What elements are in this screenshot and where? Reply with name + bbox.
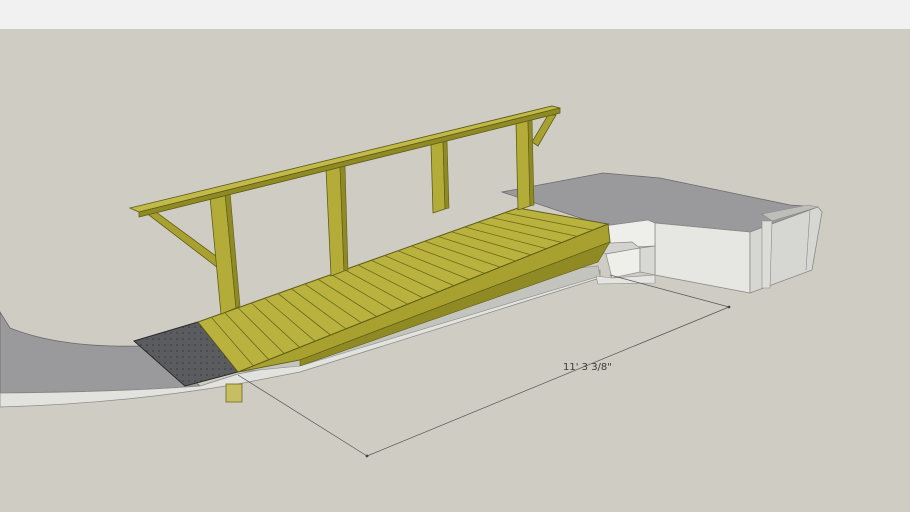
dimension-label: 11' 3 3/8" [563,362,612,373]
3d-viewport[interactable]: 11' 3 3/8" [0,0,910,512]
dimension-endpoint [727,305,731,309]
handrail-post [430,139,450,214]
handrail-post [515,118,535,211]
handrail-post [209,191,241,315]
support-post [225,383,243,403]
dimension-extension-left [237,374,368,457]
dimension-endpoint [365,454,369,458]
model-scene[interactable]: 11' 3 3/8" [0,0,910,512]
handrail-brace-right [531,114,557,147]
handrail-post [325,164,349,277]
